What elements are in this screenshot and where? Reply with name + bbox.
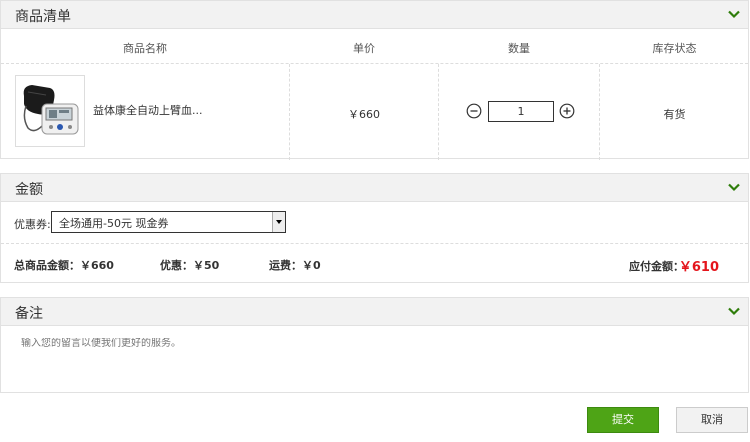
chevron-down-icon[interactable] [728,183,740,192]
unit-price: ￥660 [348,108,380,121]
remark-input[interactable] [21,338,721,349]
total-amount: 总商品金额：￥660 [14,257,114,273]
product-name-link[interactable]: 益体康全自动上臂血... [93,102,203,118]
submit-button[interactable]: 提交 [587,407,659,433]
column-header-stock: 库存状态 [652,42,697,55]
product-list-title: 商品清单 [15,9,71,25]
table-row: 益体康全自动上臂血... ￥660 有货 [1,63,748,160]
cancel-button[interactable]: 取消 [676,407,748,433]
stock-status: 有货 [663,108,686,121]
product-list-header[interactable]: 商品清单 [1,1,748,29]
coupon-selected-value: 全场通用-50元 现金券 [59,217,169,230]
amount-panel: 金额 优惠券: 全场通用-50元 现金券 总商品金额：￥660 优惠：￥50 运… [0,173,749,283]
total-label: 总商品金额： [14,259,80,272]
shipping-amount: 运费：￥0 [269,257,321,273]
coupon-label: 优惠券: [14,218,51,231]
remark-title: 备注 [15,306,43,322]
chevron-down-icon[interactable] [728,307,740,316]
remark-panel: 备注 [0,297,749,393]
payable-label: 应付金额： [629,260,684,273]
chevron-down-icon[interactable] [728,10,740,19]
column-header-quantity: 数量 [508,42,530,55]
remark-header[interactable]: 备注 [1,298,748,326]
product-table-header: 商品名称 单价 数量 库存状态 [1,29,748,64]
payable-value: ￥610 [678,260,719,275]
discount-label: 优惠： [160,259,193,272]
minus-icon[interactable] [466,103,482,119]
column-header-price: 单价 [353,42,375,55]
shipping-value: ￥0 [302,259,321,272]
product-list-panel: 商品清单 商品名称 单价 数量 库存状态 益体康全自动上臂血... ￥660 1… [0,0,749,160]
amount-title: 金额 [15,182,43,198]
discount-value: ￥50 [193,259,220,272]
total-value: ￥660 [80,259,114,272]
discount-amount: 优惠：￥50 [160,257,219,273]
blood-pressure-monitor-image [23,85,79,135]
column-header-name: 商品名称 [123,42,167,55]
plus-icon[interactable] [559,103,575,119]
coupon-select[interactable]: 全场通用-50元 现金券 [51,211,286,233]
shipping-label: 运费： [269,259,302,272]
amount-header[interactable]: 金额 [1,174,748,202]
product-image[interactable] [15,75,85,147]
divider [1,243,748,244]
quantity-input[interactable] [488,101,554,122]
dropdown-arrow-icon[interactable] [272,212,285,232]
